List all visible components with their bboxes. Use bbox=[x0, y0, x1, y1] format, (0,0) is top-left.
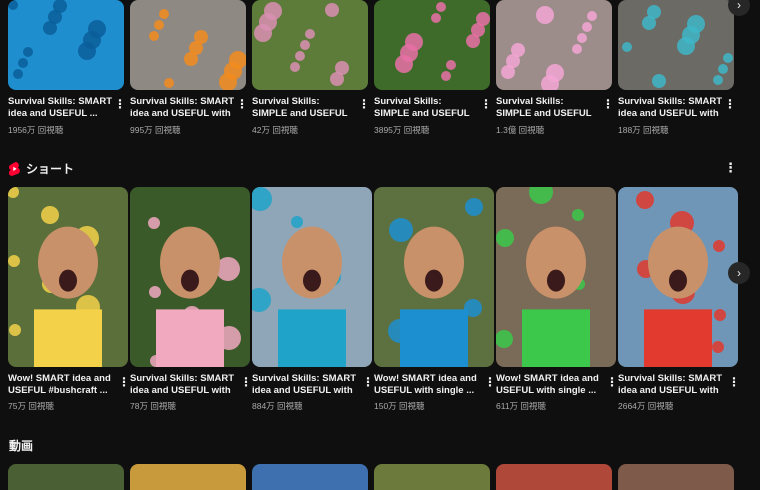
short-views: 75万 回視聴 bbox=[8, 401, 54, 411]
video-card[interactable]: Survival Skills: SMART idea and USEFUL w… bbox=[130, 0, 248, 136]
video-title[interactable]: Survival Skills: SMART idea and USEFUL w… bbox=[130, 96, 234, 120]
short-thumbnail[interactable] bbox=[252, 187, 372, 367]
short-thumbnail[interactable] bbox=[618, 187, 738, 367]
video-thumbnail[interactable] bbox=[252, 0, 368, 90]
video-row-bottom bbox=[8, 464, 748, 490]
video-thumbnail[interactable] bbox=[374, 464, 490, 490]
more-vert-icon[interactable]: ⋮ bbox=[236, 97, 248, 111]
video-thumbnail[interactable] bbox=[8, 464, 124, 490]
video-title[interactable]: Survival Skills: SIMPLE and USEFUL ... bbox=[252, 96, 356, 120]
video-thumbnail[interactable] bbox=[252, 464, 368, 490]
short-thumbnail[interactable] bbox=[130, 187, 250, 367]
short-views: 2664万 回視聴 bbox=[618, 401, 674, 411]
short-title[interactable]: Survival Skills: SMART idea and USEFUL w… bbox=[252, 373, 356, 397]
more-vert-icon[interactable]: ⋮ bbox=[114, 97, 126, 111]
short-thumbnail[interactable] bbox=[496, 187, 616, 367]
video-views: 1.3億 回視聴 bbox=[496, 125, 545, 135]
video-card[interactable]: Survival Skills: SMART idea and USEFUL w… bbox=[618, 0, 736, 136]
videos-section-header: 動画 bbox=[9, 437, 33, 454]
videos-section-title: 動画 bbox=[9, 439, 34, 453]
more-vert-icon[interactable]: ⋮ bbox=[358, 97, 370, 111]
short-card[interactable]: Survival Skills: SMART idea and USEFUL w… bbox=[252, 187, 374, 412]
more-vert-icon[interactable]: ⋮ bbox=[606, 375, 618, 389]
short-card[interactable]: Survival Skills: SMART idea and USEFUL w… bbox=[130, 187, 252, 412]
short-title[interactable]: Survival Skills: SMART idea and USEFUL w… bbox=[618, 373, 722, 397]
video-card[interactable]: Survival Skills: SMART idea and USEFUL .… bbox=[8, 0, 126, 136]
short-title[interactable]: Survival Skills: SMART idea and USEFUL w… bbox=[130, 373, 234, 397]
video-views: 995万 回視聴 bbox=[130, 125, 181, 135]
video-row-top: Survival Skills: SMART idea and USEFUL .… bbox=[8, 0, 748, 140]
video-thumbnail[interactable] bbox=[130, 464, 246, 490]
more-vert-icon[interactable]: ⋮ bbox=[480, 97, 492, 111]
short-views: 150万 回視聴 bbox=[374, 401, 425, 411]
shorts-section-title: ショート bbox=[26, 162, 75, 176]
short-card[interactable]: Wow! SMART idea and USEFUL with single .… bbox=[496, 187, 618, 412]
short-title[interactable]: Wow! SMART idea and USEFUL #bushcraft ..… bbox=[8, 373, 112, 397]
more-vert-icon[interactable]: ⋮ bbox=[724, 97, 736, 111]
short-card[interactable]: Wow! SMART idea and USEFUL #bushcraft ..… bbox=[8, 187, 130, 412]
video-thumbnail[interactable] bbox=[618, 464, 734, 490]
video-title[interactable]: Survival Skills: SIMPLE and USEFUL #bush… bbox=[374, 96, 478, 120]
shorts-logo-icon bbox=[8, 161, 20, 176]
video-thumbnail[interactable] bbox=[8, 0, 124, 90]
video-thumbnail[interactable] bbox=[496, 0, 612, 90]
shorts-row: Wow! SMART idea and USEFUL #bushcraft ..… bbox=[8, 187, 748, 417]
video-thumbnail[interactable] bbox=[374, 0, 490, 90]
video-thumbnail[interactable] bbox=[130, 0, 246, 90]
more-vert-icon[interactable]: ⋮ bbox=[362, 375, 374, 389]
video-thumbnail[interactable] bbox=[618, 0, 734, 90]
next-arrow-shorts[interactable]: › bbox=[728, 262, 750, 284]
video-thumbnail[interactable] bbox=[496, 464, 612, 490]
short-card[interactable]: Wow! SMART idea and USEFUL with single .… bbox=[374, 187, 496, 412]
video-title[interactable]: Survival Skills: SMART idea and USEFUL w… bbox=[618, 96, 722, 120]
video-card[interactable]: Survival Skills: SIMPLE and USEFUL ... 42… bbox=[252, 0, 370, 136]
more-vert-icon[interactable]: ⋮ bbox=[118, 375, 130, 389]
short-thumbnail[interactable] bbox=[8, 187, 128, 367]
short-card[interactable]: Survival Skills: SMART idea and USEFUL w… bbox=[618, 187, 740, 412]
video-views: 1956万 回視聴 bbox=[8, 125, 64, 135]
video-views: 3895万 回視聴 bbox=[374, 125, 430, 135]
short-views: 611万 回視聴 bbox=[496, 401, 546, 411]
short-views: 884万 回視聴 bbox=[252, 401, 303, 411]
more-vert-icon[interactable]: ⋮ bbox=[602, 97, 614, 111]
video-title[interactable]: Survival Skills: SMART idea and USEFUL .… bbox=[8, 96, 112, 120]
short-views: 78万 回視聴 bbox=[130, 401, 176, 411]
video-card[interactable]: Survival Skills: SIMPLE and USEFUL with … bbox=[496, 0, 614, 136]
short-title[interactable]: Wow! SMART idea and USEFUL with single .… bbox=[496, 373, 600, 397]
shorts-section-header: ショート bbox=[8, 160, 75, 177]
more-vert-icon[interactable]: ⋮ bbox=[484, 375, 496, 389]
more-vert-icon[interactable]: ⋮ bbox=[728, 375, 740, 389]
video-card[interactable]: Survival Skills: SIMPLE and USEFUL #bush… bbox=[374, 0, 492, 136]
video-title[interactable]: Survival Skills: SIMPLE and USEFUL with … bbox=[496, 96, 600, 120]
video-views: 42万 回視聴 bbox=[252, 125, 298, 135]
short-thumbnail[interactable] bbox=[374, 187, 494, 367]
video-views: 188万 回視聴 bbox=[618, 125, 669, 135]
more-vert-icon[interactable]: ⋮ bbox=[240, 375, 252, 389]
short-title[interactable]: Wow! SMART idea and USEFUL with single .… bbox=[374, 373, 478, 397]
shorts-section-more-icon[interactable]: ⋮ bbox=[724, 160, 737, 176]
